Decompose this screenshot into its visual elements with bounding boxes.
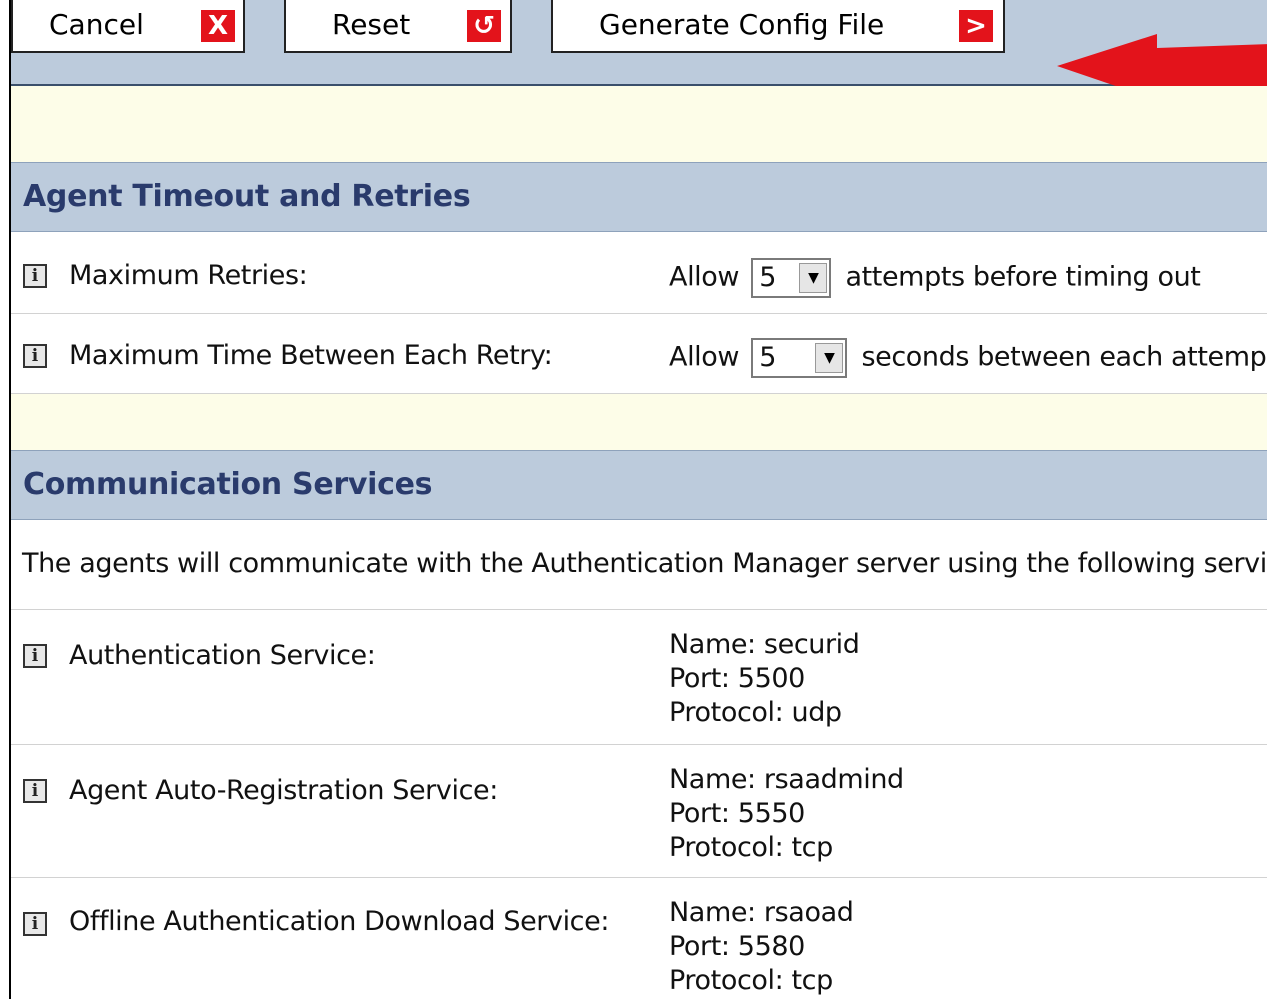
info-icon[interactable]: i xyxy=(23,644,47,668)
offline-authentication-download-row: i Offline Authentication Download Servic… xyxy=(11,878,1267,999)
authentication-service-label: Authentication Service: xyxy=(69,640,376,671)
section-title: Communication Services xyxy=(23,467,433,502)
allow-text: Allow xyxy=(669,341,740,373)
cancel-button[interactable]: Cancel X xyxy=(11,0,245,53)
communication-description: The agents will communicate with the Aut… xyxy=(11,520,1267,610)
info-icon[interactable]: i xyxy=(23,344,47,368)
maximum-time-select[interactable]: 5 ▼ xyxy=(751,338,848,378)
agent-auto-registration-row: i Agent Auto-Registration Service: Name:… xyxy=(11,745,1267,878)
maximum-time-row: i Maximum Time Between Each Retry: Allow… xyxy=(11,314,1267,394)
retries-suffix: attempts before timing out xyxy=(845,261,1201,293)
info-icon[interactable]: i xyxy=(23,264,47,288)
service-protocol: Protocol: udp xyxy=(669,697,842,728)
cancel-button-label: Cancel xyxy=(49,8,144,41)
service-name: Name: rsaoad xyxy=(669,897,854,928)
reset-icon: ↺ xyxy=(467,10,501,42)
reset-button[interactable]: Reset ↺ xyxy=(284,0,512,53)
service-port: Port: 5500 xyxy=(669,663,805,694)
generate-config-file-button[interactable]: Generate Config File > xyxy=(551,0,1005,53)
cancel-x-icon: X xyxy=(201,10,235,42)
maximum-time-value: Allow 5 ▼ seconds between each attempt xyxy=(669,338,1267,378)
chevron-down-icon[interactable]: ▼ xyxy=(799,263,828,293)
service-protocol: Protocol: tcp xyxy=(669,832,833,863)
info-icon[interactable]: i xyxy=(23,779,47,803)
maximum-retries-select[interactable]: 5 ▼ xyxy=(751,258,832,298)
info-icon[interactable]: i xyxy=(23,912,47,936)
description-text: The agents will communicate with the Aut… xyxy=(22,548,1267,579)
allow-text: Allow xyxy=(669,261,740,293)
offline-authentication-download-details: Name: rsaoad Port: 5580 Protocol: tcp xyxy=(669,896,854,998)
chevron-down-icon[interactable]: ▼ xyxy=(815,343,844,373)
authentication-service-row: i Authentication Service: Name: securid … xyxy=(11,610,1267,745)
reset-button-label: Reset xyxy=(332,8,411,41)
selected-value: 5 xyxy=(759,342,777,373)
maximum-retries-value: Allow 5 ▼ attempts before timing out xyxy=(669,258,1201,298)
agent-auto-registration-label: Agent Auto-Registration Service: xyxy=(69,775,498,806)
arrow-right-icon: > xyxy=(959,10,993,42)
communication-services-section-header: Communication Services xyxy=(11,450,1267,520)
selected-value: 5 xyxy=(759,262,777,293)
service-port: Port: 5550 xyxy=(669,798,805,829)
offline-authentication-download-label: Offline Authentication Download Service: xyxy=(69,906,610,937)
service-name: Name: securid xyxy=(669,629,860,660)
service-port: Port: 5580 xyxy=(669,931,805,962)
generate-config-file-label: Generate Config File xyxy=(599,8,885,41)
service-name: Name: rsaadmind xyxy=(669,764,904,795)
maximum-retries-row: i Maximum Retries: Allow 5 ▼ attempts be… xyxy=(11,232,1267,314)
agent-auto-registration-details: Name: rsaadmind Port: 5550 Protocol: tcp xyxy=(669,763,904,865)
time-suffix: seconds between each attempt xyxy=(861,341,1267,373)
maximum-retries-label: Maximum Retries: xyxy=(69,260,308,291)
agent-timeout-section-header: Agent Timeout and Retries xyxy=(11,162,1267,232)
page-frame: Cancel X Reset ↺ Generate Config File > … xyxy=(0,0,1267,999)
maximum-time-label: Maximum Time Between Each Retry: xyxy=(69,340,553,371)
spacer-band xyxy=(11,86,1267,163)
section-title: Agent Timeout and Retries xyxy=(23,179,471,214)
authentication-service-details: Name: securid Port: 5500 Protocol: udp xyxy=(669,628,860,730)
service-protocol: Protocol: tcp xyxy=(669,965,833,996)
action-toolbar: Cancel X Reset ↺ Generate Config File > xyxy=(11,0,1267,100)
spacer-band xyxy=(11,394,1267,451)
